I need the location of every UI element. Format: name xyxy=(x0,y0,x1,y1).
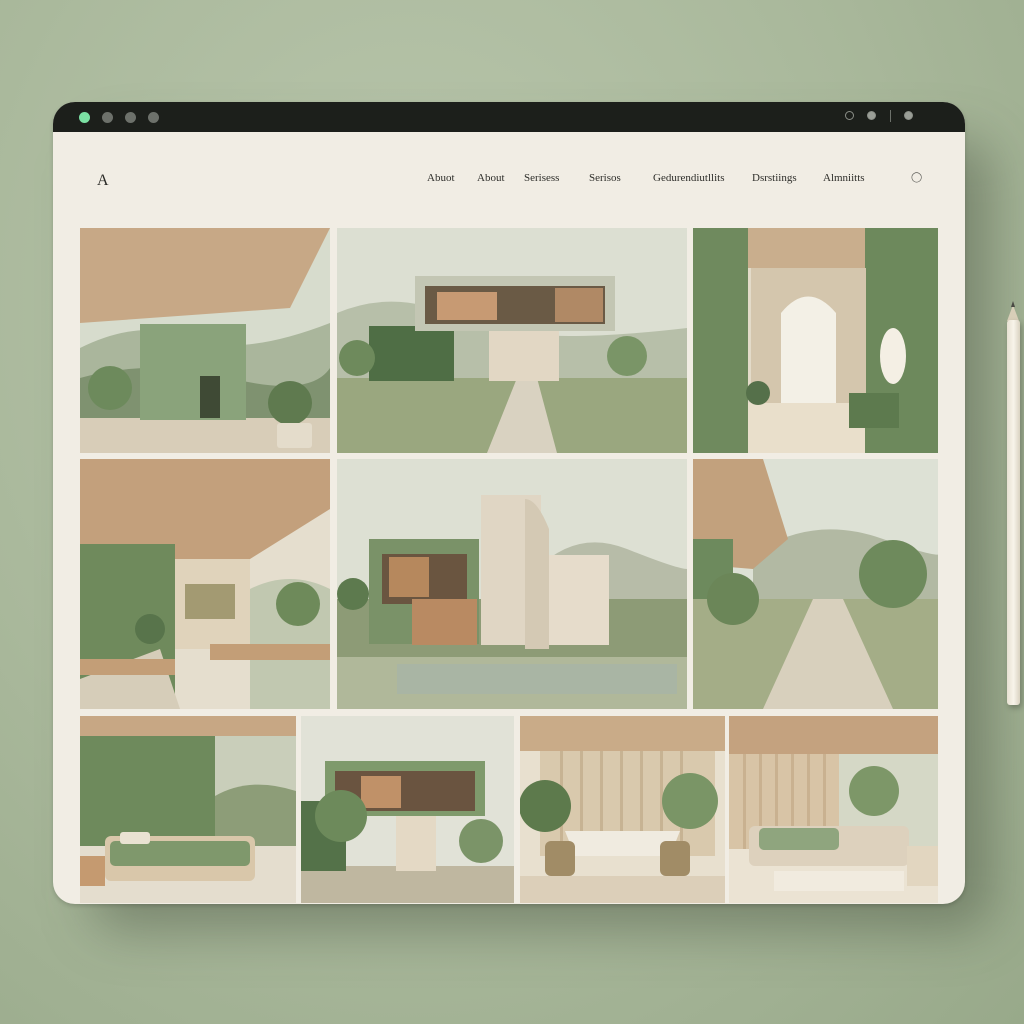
cart-icon[interactable]: ◯ xyxy=(911,172,922,183)
site-header: A Abuot About Serisess Serisos Gedurendi… xyxy=(53,132,965,227)
refresh-icon[interactable] xyxy=(845,111,854,120)
gallery-tile-dining-room[interactable] xyxy=(520,716,725,903)
pencil-lead xyxy=(1011,301,1015,307)
tablet-frame: A Abuot About Serisess Serisos Gedurendi… xyxy=(53,102,965,904)
gallery-tile-cantilever-house[interactable] xyxy=(301,716,514,903)
gallery-tile-arched-tower-house[interactable] xyxy=(337,459,687,709)
nav-item-about[interactable]: About xyxy=(477,172,505,184)
close-dot[interactable] xyxy=(79,112,90,123)
maximize-dot[interactable] xyxy=(125,112,136,123)
minimize-dot[interactable] xyxy=(102,112,113,123)
gallery-tile-covered-walkway[interactable] xyxy=(693,459,938,709)
gallery-tile-arched-window-interior[interactable] xyxy=(693,228,938,453)
nav-item-gedurendiutllits[interactable]: Gedurendiutllits xyxy=(653,172,725,184)
nav-item-dsrstiings[interactable]: Dsrstiings xyxy=(752,172,797,184)
nav-item-abuot[interactable]: Abuot xyxy=(427,172,455,184)
pencil-tip xyxy=(1007,305,1019,321)
nav-item-serisos[interactable]: Serisos xyxy=(589,172,621,184)
gallery-tile-floating-box-house[interactable] xyxy=(337,228,687,453)
nav-item-serisess[interactable]: Serisess xyxy=(524,172,559,184)
gallery-tile-canopy-house[interactable] xyxy=(80,228,330,453)
extra-dot[interactable] xyxy=(148,112,159,123)
titlebar-divider xyxy=(890,110,891,122)
gallery-tile-open-living-room[interactable] xyxy=(80,459,330,709)
settings-icon[interactable] xyxy=(867,111,876,120)
nav-item-almniitts[interactable]: Almniitts xyxy=(823,172,865,184)
site-logo[interactable]: A xyxy=(97,172,109,190)
gallery-tile-green-bedroom[interactable] xyxy=(80,716,296,903)
account-icon[interactable] xyxy=(904,111,913,120)
gallery-tile-slatted-bedroom[interactable] xyxy=(729,716,938,903)
window-titlebar xyxy=(53,102,965,132)
stylus-pencil xyxy=(1007,320,1020,705)
